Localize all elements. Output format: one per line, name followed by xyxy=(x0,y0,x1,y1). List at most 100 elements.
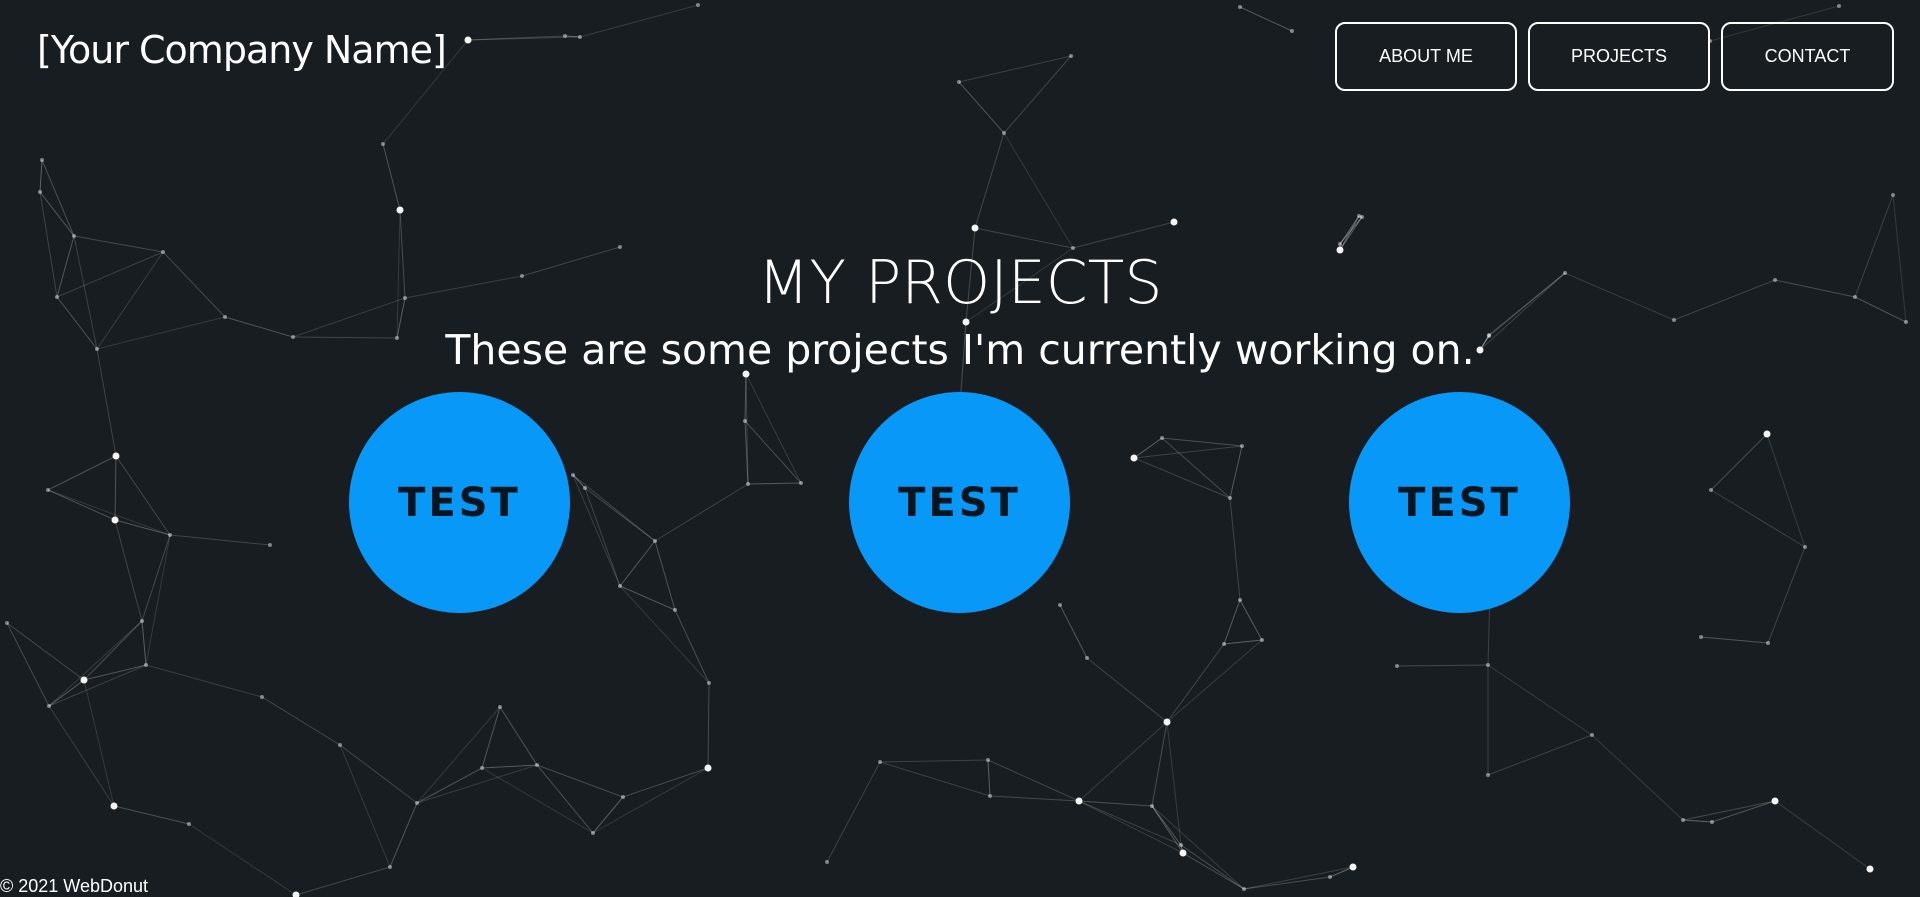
project-circle-3[interactable]: TEST xyxy=(1349,392,1570,613)
project-circle-1[interactable]: TEST xyxy=(349,392,570,613)
network-line xyxy=(83,620,143,681)
network-line xyxy=(1151,721,1168,807)
network-dot xyxy=(1590,733,1594,737)
network-dot xyxy=(1837,4,1841,8)
network-line xyxy=(654,540,676,611)
network-line xyxy=(1329,866,1354,878)
network-line xyxy=(169,534,271,546)
network-line xyxy=(39,191,75,237)
network-dot xyxy=(825,860,829,864)
network-line xyxy=(1711,800,1776,823)
network-dot xyxy=(110,802,118,810)
project-circle-2[interactable]: TEST xyxy=(849,392,1070,613)
network-line xyxy=(654,483,749,542)
network-dot xyxy=(673,608,677,612)
network-dot xyxy=(168,533,172,537)
nav-projects-button[interactable]: PROJECTS xyxy=(1528,22,1710,91)
network-line xyxy=(1086,657,1168,723)
network-dot xyxy=(988,794,992,798)
footer-copyright: © 2021 WebDonut xyxy=(0,876,149,896)
network-dot xyxy=(1242,887,1246,891)
network-line xyxy=(1243,876,1331,890)
network-dot xyxy=(1866,865,1874,873)
network-line xyxy=(83,679,115,807)
network-line xyxy=(113,805,190,825)
network-line xyxy=(958,55,1072,83)
network-line xyxy=(745,373,802,484)
network-line xyxy=(879,759,989,763)
network-line xyxy=(707,682,710,769)
network-line xyxy=(1239,6,1293,32)
network-line xyxy=(1487,734,1593,776)
network-line xyxy=(1166,721,1182,846)
network-dot xyxy=(464,36,472,44)
network-dot xyxy=(1486,773,1490,777)
network-line xyxy=(1682,800,1776,821)
network-dot xyxy=(5,621,9,625)
network-dot xyxy=(388,865,392,869)
network-dot xyxy=(878,760,882,764)
network-dot xyxy=(696,3,700,7)
network-line xyxy=(416,706,501,804)
network-line xyxy=(989,795,1080,802)
network-line xyxy=(1059,604,1088,659)
network-line xyxy=(579,4,699,38)
network-dot xyxy=(46,488,50,492)
network-line xyxy=(1229,497,1241,601)
network-dot xyxy=(1058,603,1062,607)
network-line xyxy=(592,767,709,834)
network-line xyxy=(1766,433,1806,548)
network-dot xyxy=(1891,193,1895,197)
network-dot xyxy=(799,481,803,485)
network-dot xyxy=(144,663,148,667)
network-dot xyxy=(1150,804,1154,808)
network-dot xyxy=(1349,863,1357,871)
network-dot xyxy=(72,234,76,238)
network-line xyxy=(261,696,341,746)
network-line xyxy=(1133,457,1231,499)
network-line xyxy=(1223,599,1241,645)
network-line xyxy=(744,420,802,484)
network-dot xyxy=(1904,320,1908,324)
nav-contact-button[interactable]: CONTACT xyxy=(1721,22,1894,91)
network-dot xyxy=(1357,214,1361,218)
network-line xyxy=(1133,445,1243,459)
network-dot xyxy=(957,80,961,84)
network-line xyxy=(1682,819,1713,823)
network-dot xyxy=(653,539,657,543)
network-line xyxy=(1223,639,1263,645)
network-line xyxy=(619,585,676,611)
network-line xyxy=(1229,445,1243,499)
network-dot xyxy=(40,158,44,162)
network-dot xyxy=(743,419,747,423)
network-dot xyxy=(1130,454,1138,462)
network-line xyxy=(481,706,501,769)
network-dot xyxy=(563,34,567,38)
company-name-logo[interactable]: [Your Company Name] xyxy=(37,28,447,72)
network-dot xyxy=(338,743,342,747)
network-line xyxy=(115,455,171,536)
network-line xyxy=(1078,800,1182,846)
network-dot xyxy=(1228,496,1232,500)
network-dot xyxy=(80,676,88,684)
network-dot xyxy=(618,584,622,588)
network-dot xyxy=(1290,29,1294,33)
network-line xyxy=(572,474,586,489)
network-line xyxy=(1700,636,1769,644)
network-dot xyxy=(396,206,404,214)
network-line xyxy=(188,823,297,896)
page-background: [Your Company Name] ABOUT ME PROJECTS CO… xyxy=(0,0,1920,897)
network-line xyxy=(987,759,991,797)
network-line xyxy=(1161,437,1231,499)
network-dot xyxy=(1395,664,1399,668)
nav-about-button[interactable]: ABOUT ME xyxy=(1335,22,1517,91)
page-subtitle: These are some projects I'm currently wo… xyxy=(445,326,1475,374)
network-dot xyxy=(1803,545,1807,549)
network-dot xyxy=(260,695,264,699)
network-line xyxy=(1710,489,1806,548)
network-dot xyxy=(583,486,587,490)
network-dot xyxy=(578,35,582,39)
network-line xyxy=(1180,844,1245,890)
network-dot xyxy=(1240,444,1244,448)
network-line xyxy=(47,489,171,536)
